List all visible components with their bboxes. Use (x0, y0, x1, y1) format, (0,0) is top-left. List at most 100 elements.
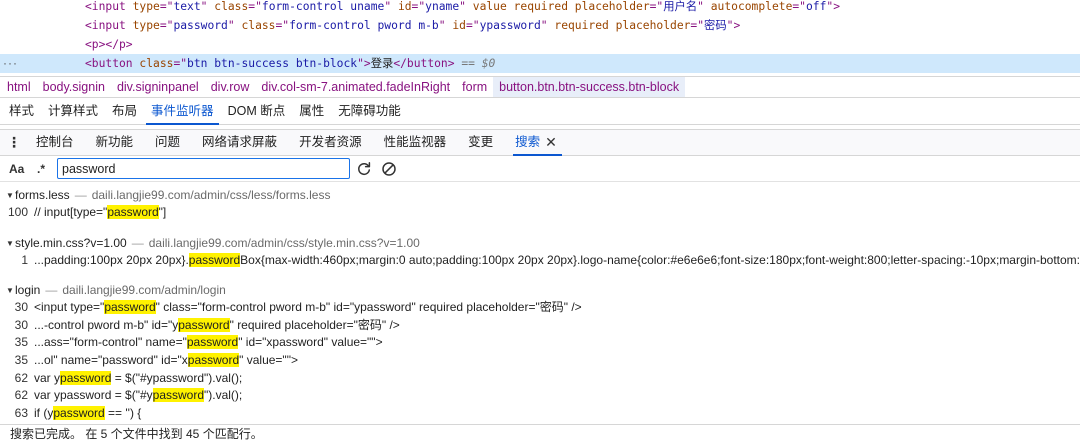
style-tab[interactable]: 事件监听器 (144, 98, 221, 125)
drawer-tab[interactable]: 网络请求屏蔽 (202, 130, 277, 155)
search-toolbar: Aa .* (0, 156, 1080, 182)
match-text: " class="form-control pword m-b" id="ypa… (155, 300, 582, 315)
source-token: =" (411, 0, 426, 13)
result-line-number: 63 (14, 405, 28, 420)
drawer-tab[interactable]: 变更 (468, 130, 493, 155)
breadcrumb-item[interactable]: button.btn.btn-success.btn-block (493, 77, 686, 97)
result-match-row[interactable]: 30 <input type="password" class="form-con… (0, 299, 1080, 317)
breadcrumb-item[interactable]: div.row (205, 77, 256, 97)
match-text: " id="xpassword" value=""> (238, 335, 383, 350)
drawer-tab[interactable]: 问题 (155, 130, 180, 155)
match-text: ...padding:100px 20px 20px}. (34, 252, 189, 267)
match-text: = $("#ypassword").val(); (111, 370, 243, 385)
result-match-row[interactable]: 35 ...ass="form-control" name="password" … (0, 334, 1080, 352)
result-match-row[interactable]: 62 var ypassword = $("#ypassword").val(); (0, 370, 1080, 388)
source-token: " (438, 19, 453, 32)
match-text: var ypassword = $("#y (34, 388, 153, 403)
drawer-tab[interactable]: 新功能 (96, 130, 134, 155)
result-separator: — (131, 235, 144, 250)
selected-node-line[interactable]: ··· <button class="btn btn-success btn-bl… (0, 54, 1080, 73)
source-token: <p></p> (85, 38, 133, 51)
result-file-header[interactable]: ▼forms.less — daili.langjie99.com/admin/cs… (0, 186, 1080, 204)
result-line-number: 1 (21, 252, 28, 267)
drawer-tab[interactable]: 搜索 (513, 130, 563, 156)
refresh-icon[interactable] (353, 158, 375, 180)
clear-icon-svg (382, 161, 396, 176)
breadcrumb-item[interactable]: div.col-sm-7.animated.fadeInRight (255, 77, 456, 97)
expand-triangle-icon[interactable]: ▼ (6, 282, 15, 300)
regex-toggle[interactable]: .* (37, 162, 55, 176)
style-tab[interactable]: 无障碍功能 (331, 98, 408, 124)
source-line[interactable]: <input type="text" class="form-control u… (0, 0, 1080, 16)
close-icon[interactable]: ✕ (545, 130, 557, 155)
breadcrumb-item[interactable]: body.signin (37, 77, 111, 97)
source-token: form-control uname (261, 0, 385, 13)
result-match-row[interactable]: 1 ...padding:100px 20px 20px}.passwordBox… (0, 252, 1080, 270)
result-line-number: 35 (14, 335, 28, 350)
source-token: " (200, 0, 215, 13)
result-file-header[interactable]: ▼style.min.css?v=1.00 — daili.langjie99.co… (0, 234, 1080, 252)
drawer-tab[interactable]: 开发者资源 (299, 130, 362, 155)
result-match-row[interactable]: 63 if (ypassword == '') { (0, 405, 1080, 423)
source-line[interactable]: <input type="password" class="form-contr… (0, 16, 1080, 35)
result-line-number: 35 (14, 352, 28, 367)
result-file-header[interactable]: ▼login — daili.langjie99.com/admin/login (0, 281, 1080, 299)
result-match-row[interactable]: 100 // input[type="password"] (0, 204, 1080, 222)
source-token: " (227, 19, 242, 32)
source-token: " (384, 0, 398, 13)
expand-triangle-icon[interactable]: ▼ (6, 235, 15, 253)
elements-source-panel: <input type="text" class="form-control u… (0, 0, 1080, 76)
search-results: ▼forms.less — daili.langjie99.com/admin/cs… (0, 186, 1080, 424)
result-match-row[interactable]: 30 ...-control pword m-b" id="ypassword" … (0, 317, 1080, 335)
clear-icon[interactable] (378, 158, 400, 180)
node-options-icon[interactable]: ··· (3, 54, 18, 73)
style-tab[interactable]: 样式 (2, 98, 41, 124)
result-file-group: ▼forms.less — daili.langjie99.com/admin/cs… (0, 186, 1080, 222)
source-token: =" (159, 0, 174, 13)
source-token: yname (425, 0, 460, 13)
result-line-number: 30 (14, 300, 28, 315)
match-text: ...-control pword m-b" id="y (34, 317, 179, 332)
drawer-menu-icon[interactable]: ⋮ (0, 130, 28, 155)
style-tab[interactable]: 属性 (292, 98, 331, 124)
source-token: "> (826, 0, 840, 13)
expand-triangle-icon[interactable]: ▼ (6, 187, 15, 205)
source-token: =" (248, 0, 262, 13)
source-line[interactable]: <p></p> (0, 35, 1080, 54)
source-token: " (540, 19, 555, 32)
breadcrumb-item[interactable]: html (1, 77, 37, 97)
source-token: required placeholder (554, 19, 691, 32)
source-token: =" (275, 19, 290, 32)
breadcrumb-item[interactable]: form (456, 77, 493, 97)
result-line-number: 62 (14, 370, 28, 385)
result-file-group: ▼style.min.css?v=1.00 — daili.langjie99.co… (0, 234, 1080, 270)
match-highlight: password (187, 352, 240, 367)
drawer-tab[interactable]: 控制台 (36, 130, 74, 155)
match-highlight: password (107, 205, 159, 219)
drawer-tab[interactable]: 性能监视器 (384, 130, 447, 155)
breadcrumb-item[interactable]: div.signinpanel (111, 77, 205, 97)
drawer-tabs: ⋮ 控制台 新功能 问题 网络请求屏蔽 开发者资源 性能监视器 变更 搜索 ✕ (0, 129, 1080, 156)
style-pane-tabs: 样式 计算样式 布局 事件监听器 DOM 断点 属性 无障碍功能 (0, 98, 1080, 125)
style-tab[interactable]: 计算样式 (41, 98, 105, 124)
match-text: if (y (34, 405, 54, 420)
result-match-row[interactable]: 62 var ypassword = $("#ypassword").val(); (0, 387, 1080, 405)
style-tab[interactable]: DOM 断点 (221, 98, 293, 124)
source-token: </button> (393, 57, 455, 70)
match-case-toggle[interactable]: Aa (9, 162, 29, 176)
source-token: =" (465, 19, 480, 32)
source-token: autocomplete (710, 0, 793, 13)
result-match-row[interactable]: 35 ...ol" name="password" id="xpassword" … (0, 352, 1080, 370)
search-input[interactable] (57, 158, 350, 179)
style-tab[interactable]: 布局 (105, 98, 144, 124)
source-token: password (173, 19, 228, 32)
source-token: <button (85, 57, 140, 70)
match-text: // input[type=" (34, 205, 108, 219)
source-token: ypassword (479, 19, 541, 32)
source-token: =" (159, 19, 174, 32)
source-token: id (452, 19, 466, 32)
source-token: class (139, 57, 174, 70)
result-line-number: 100 (7, 205, 28, 219)
match-highlight: password (60, 370, 112, 385)
match-text: ...ass="form-control" name=" (34, 335, 187, 350)
